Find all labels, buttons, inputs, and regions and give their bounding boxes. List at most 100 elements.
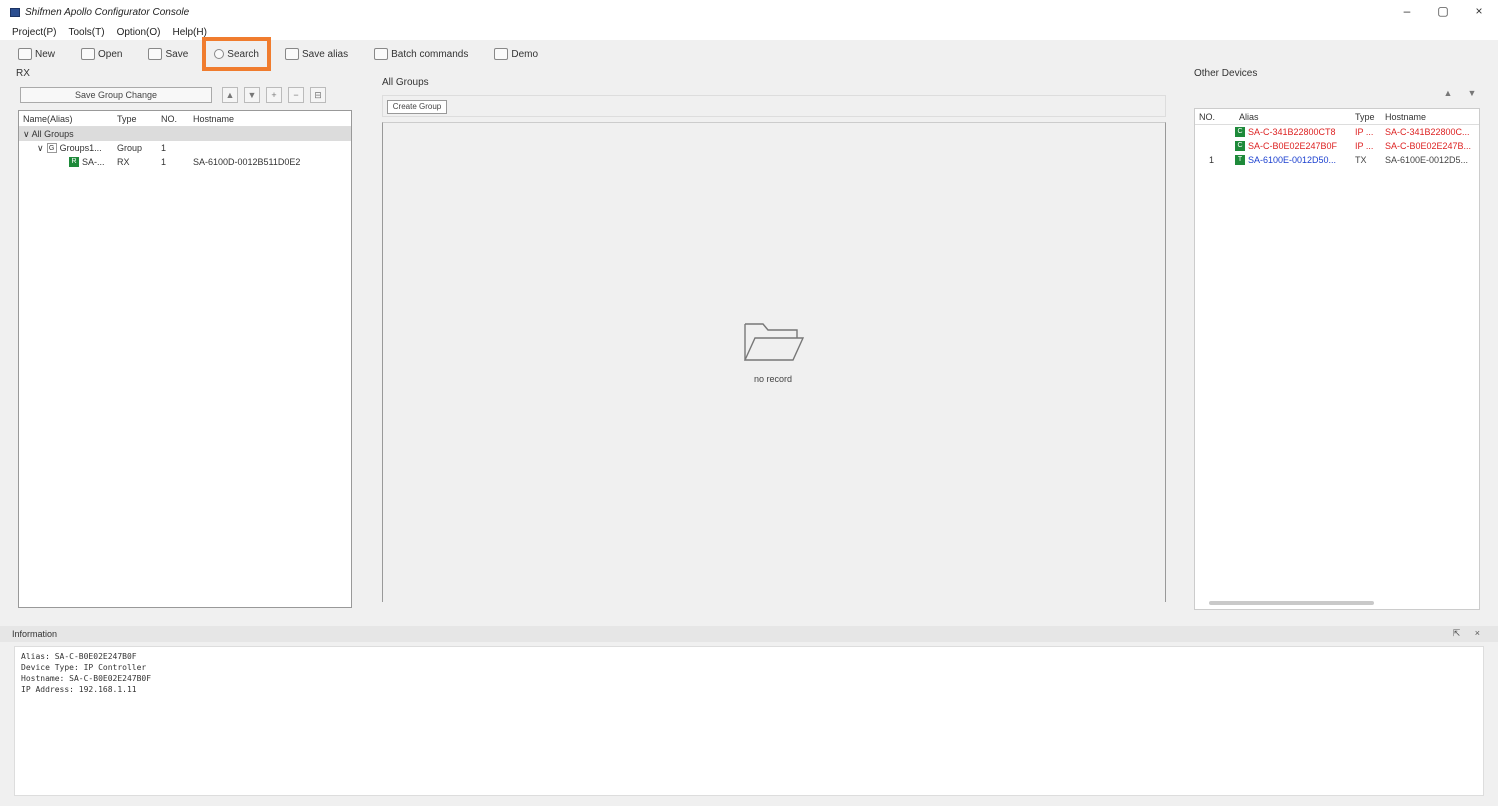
tree-row-type: Group [117,143,143,153]
close-button[interactable]: × [1472,4,1486,18]
col-name[interactable]: Name(Alias) [19,114,113,124]
folder-icon [81,48,96,60]
col-no[interactable]: NO. [157,114,189,124]
row-alias: SA-C-B0E02E247B0F [1248,141,1338,151]
empty-state: no record [723,318,823,384]
row-alias: SA-C-341B22800CT8 [1248,127,1336,137]
other-devices-label: Other Devices [1194,68,1258,79]
new-label: New [35,48,56,60]
group-badge-icon: G [46,143,57,153]
other-devices-panel: ▲ ▼ NO. Alias Type Hostname C SA-C-341B2… [1190,82,1484,612]
tree-row-host: SA-6100D-0012B511D0E2 [193,157,301,167]
move-up-button[interactable]: ▲ [1440,86,1456,102]
move-up-button[interactable]: ▲ [222,87,238,103]
menu-tools[interactable]: Tools(T) [68,27,104,38]
search-label: Search [227,48,259,60]
table-row[interactable]: 1 T SA-6100E-0012D50... TX SA-6100E-0012… [1195,153,1479,167]
add-button[interactable]: + [266,87,282,103]
col-type[interactable]: Type [1355,112,1385,122]
menu-option[interactable]: Option(O) [117,27,161,38]
rx-badge-icon: R [69,157,79,167]
col-hostname[interactable]: Hostname [1385,112,1479,122]
groups-panel: Create Group no record [382,95,1166,605]
row-type: TX [1355,155,1367,165]
new-button[interactable]: New [12,43,61,65]
main-toolbar: New Open Save Search Save alias Batch co… [0,37,1498,71]
demo-button[interactable]: Demo [488,43,544,65]
horizontal-scrollbar[interactable] [1209,601,1374,605]
save-button[interactable]: Save [142,43,194,65]
other-devices-table[interactable]: NO. Alias Type Hostname C SA-C-341B22800… [1194,108,1480,610]
rx-panel-label: RX [16,68,30,79]
create-group-button[interactable]: Create Group [387,100,447,114]
menu-project[interactable]: Project(P) [12,27,56,38]
tree-row-name: Groups1... [59,143,102,153]
menu-bar: Project(P) Tools(T) Option(O) Help(H) [0,24,1498,40]
expand-arrow[interactable]: ∨ [37,143,44,154]
row-host: SA-C-B0E02E247B... [1385,141,1472,151]
info-hostname: Hostname: SA-C-B0E02E247B0F [21,674,152,683]
all-groups-label: All Groups [382,77,429,88]
col-hostname[interactable]: Hostname [189,114,349,124]
tree-row-type: RX [117,157,130,167]
info-device-type: Device Type: IP Controller [21,663,147,672]
new-icon [18,48,32,60]
minimize-button[interactable]: – [1400,4,1414,18]
tree-row-group[interactable]: ∨ G Groups1... Group 1 [19,141,351,155]
open-label: Open [98,48,123,60]
table-row[interactable]: C SA-C-B0E02E247B0F IP ... SA-C-B0E02E24… [1195,139,1479,153]
remove-button[interactable]: − [288,87,304,103]
demo-icon [494,48,509,60]
save-alias-label: Save alias [301,48,349,60]
row-host: SA-6100E-0012D5... [1385,155,1469,165]
row-type: IP ... [1355,141,1374,151]
move-down-button[interactable]: ▼ [244,87,260,103]
empty-label: no record [753,374,793,384]
search-button[interactable]: Search [202,37,271,71]
move-down-button[interactable]: ▼ [1464,86,1480,102]
dock-buttons[interactable]: ⇱ × [1453,628,1486,639]
save-label: Save [165,48,189,60]
info-alias: Alias: SA-C-B0E02E247B0F [21,652,137,661]
save-alias-button[interactable]: Save alias [279,43,354,65]
batch-icon [374,48,389,60]
information-title: Information [12,629,58,639]
tree-row-device[interactable]: R SA-... RX 1 SA-6100D-0012B511D0E2 [19,155,351,169]
search-icon [214,49,225,59]
col-type[interactable]: Type [113,114,157,124]
batch-commands-button[interactable]: Batch commands [368,43,474,65]
tree-row-name: SA-... [82,157,105,167]
col-no[interactable]: NO. [1195,112,1235,122]
title-bar: Shifmen Apollo Configurator Console – ▢ … [0,0,1498,24]
row-type: IP ... [1355,127,1374,137]
menu-help[interactable]: Help(H) [172,27,206,38]
information-panel[interactable]: Alias: SA-C-B0E02E247B0F Device Type: IP… [14,646,1484,796]
expand-arrow[interactable]: ∨ [23,129,30,139]
rx-panel: Save Group Change ▲ ▼ + − ⊟ Name(Alias) … [14,82,352,610]
tree-row-all-groups[interactable]: ∨ All Groups [19,127,351,141]
table-row[interactable]: C SA-C-341B22800CT8 IP ... SA-C-341B2280… [1195,125,1479,139]
information-header: Information ⇱ × [0,626,1498,642]
collapse-button[interactable]: ⊟ [310,87,326,103]
row-alias: SA-6100E-0012D50... [1248,155,1337,165]
save-group-change-button[interactable]: Save Group Change [20,87,212,103]
tree-row-name: All Groups [31,128,74,139]
col-alias[interactable]: Alias [1235,112,1355,122]
controller-badge-icon: C [1235,127,1245,137]
app-icon [10,7,20,17]
demo-label: Demo [511,48,539,60]
row-no: 1 [1209,155,1215,165]
batch-commands-label: Batch commands [391,48,469,60]
tx-badge-icon: T [1235,155,1245,165]
empty-folder-icon [743,323,805,361]
controller-badge-icon: C [1235,141,1245,151]
open-button[interactable]: Open [75,43,128,65]
rx-tree[interactable]: Name(Alias) Type NO. Hostname ∨ All Grou… [18,110,352,608]
save-icon [148,48,163,60]
tree-row-no: 1 [161,157,167,167]
restore-button[interactable]: ▢ [1436,4,1450,18]
row-host: SA-C-341B22800C... [1385,127,1470,137]
info-ip-address: IP Address: 192.168.1.11 [21,685,137,694]
group-area[interactable]: no record [382,122,1166,602]
tree-row-no: 1 [161,143,167,153]
